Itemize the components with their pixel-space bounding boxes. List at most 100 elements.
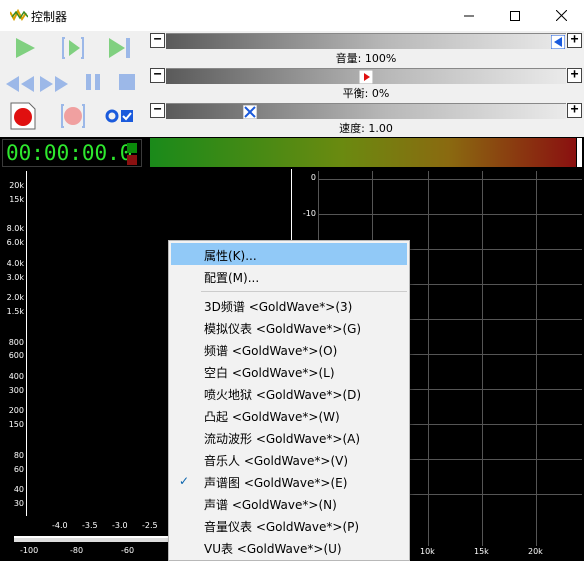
y-tick-label: 4.0k bbox=[6, 259, 24, 268]
menu-item-analog-meter[interactable]: 模拟仪表 <GoldWave*>(G) bbox=[171, 316, 407, 338]
menu-item-label: 空白 <GoldWave*>(L) bbox=[204, 366, 335, 380]
play-selection-icon bbox=[62, 37, 84, 59]
menu-item-3d-spectrum[interactable]: 3D频谱 <GoldWave*>(3) bbox=[171, 294, 407, 316]
menu-item-label: 流动波形 <GoldWave*>(A) bbox=[204, 432, 361, 446]
rewind-icon bbox=[6, 76, 34, 92]
balance-thumb-icon[interactable] bbox=[359, 70, 373, 84]
play-selection-button[interactable] bbox=[60, 35, 86, 61]
grid-line bbox=[482, 171, 483, 546]
y-tick-label: 60 bbox=[13, 465, 24, 474]
record-selection-icon bbox=[61, 104, 85, 128]
menu-item-musician[interactable]: 音乐人 <GoldWave*>(V) bbox=[171, 448, 407, 470]
play-icon bbox=[16, 38, 35, 58]
rewind-button[interactable] bbox=[4, 71, 36, 97]
y-tick-label: 15k bbox=[9, 195, 24, 204]
x-tick-label: -3.5 bbox=[82, 521, 98, 530]
left-spectrogram-axis bbox=[26, 171, 27, 516]
y-tick-label: 0 bbox=[310, 173, 316, 182]
window-title: 控制器 bbox=[31, 10, 68, 24]
y-tick-label: 8.0k bbox=[6, 224, 24, 233]
grid-line bbox=[318, 179, 582, 180]
menu-item-spectrogram[interactable]: ✓ 声谱图 <GoldWave*>(E) bbox=[171, 470, 407, 492]
balance-minus-button[interactable]: − bbox=[150, 68, 165, 83]
volume-slider-track[interactable] bbox=[166, 33, 566, 49]
record-selection-button[interactable] bbox=[58, 101, 88, 131]
menu-item-label: 音乐人 <GoldWave*>(V) bbox=[204, 454, 349, 468]
speed-thumb-icon[interactable] bbox=[243, 105, 257, 119]
menu-item-label: 音量仪表 <GoldWave*>(P) bbox=[204, 520, 360, 534]
menu-separator bbox=[201, 291, 407, 292]
speed-slider-row: − + 速度: 1.00 bbox=[150, 103, 582, 135]
time-readout: 00:00:00.0 bbox=[6, 141, 133, 165]
y-tick-label: 80 bbox=[13, 451, 24, 460]
y-tick-label: 40 bbox=[13, 485, 24, 494]
minimize-button[interactable] bbox=[446, 0, 492, 31]
balance-slider-track[interactable] bbox=[166, 68, 566, 84]
goldwave-icon bbox=[10, 9, 28, 21]
speed-plus-button[interactable]: + bbox=[567, 103, 582, 118]
record-button[interactable] bbox=[8, 101, 38, 131]
record-options-button[interactable] bbox=[104, 105, 136, 127]
grid-line bbox=[318, 214, 582, 215]
fast-forward-button[interactable] bbox=[38, 71, 70, 97]
speed-minus-button[interactable]: − bbox=[150, 103, 165, 118]
y-tick-label: 300 bbox=[8, 386, 24, 395]
y-tick-label: 400 bbox=[8, 372, 24, 381]
record-icon bbox=[10, 102, 36, 130]
volume-plus-button[interactable]: + bbox=[567, 33, 582, 48]
volume-label: 音量: 100% bbox=[335, 52, 397, 65]
ruler-label: -100 bbox=[20, 546, 39, 555]
speed-label: 速度: 1.00 bbox=[339, 122, 393, 135]
y-tick-label: 30 bbox=[13, 499, 24, 508]
check-icon: ✓ bbox=[179, 474, 190, 488]
play-button[interactable] bbox=[12, 35, 38, 61]
menu-item-label: 属性(K)... bbox=[204, 249, 257, 263]
fast-forward-icon bbox=[40, 76, 68, 92]
stop-button[interactable] bbox=[114, 69, 140, 95]
menu-item-blank[interactable]: 空白 <GoldWave*>(L) bbox=[171, 360, 407, 382]
maximize-button[interactable] bbox=[492, 0, 538, 31]
ruler-label: -60 bbox=[121, 546, 135, 555]
menu-item-spectrum[interactable]: 频谱 <GoldWave*>(O) bbox=[171, 338, 407, 360]
visual-context-menu: 属性(K)... 配置(M)... 3D频谱 <GoldWave*>(3) 模拟… bbox=[168, 240, 410, 561]
title-bar: 控制器 bbox=[0, 0, 584, 31]
y-tick-label: 150 bbox=[8, 420, 24, 429]
volume-slider-row: − + 音量: 100% bbox=[150, 33, 582, 65]
balance-plus-button[interactable]: + bbox=[567, 68, 582, 83]
menu-item-label: 配置(M)... bbox=[204, 271, 260, 285]
speed-slider-track[interactable] bbox=[166, 103, 566, 119]
menu-item-flowing-waveform[interactable]: 流动波形 <GoldWave*>(A) bbox=[171, 426, 407, 448]
volume-minus-button[interactable]: − bbox=[150, 33, 165, 48]
right-channel-indicator bbox=[127, 155, 137, 165]
menu-item-label: 声谱 <GoldWave*>(N) bbox=[204, 498, 337, 512]
volume-thumb-icon[interactable] bbox=[551, 35, 565, 49]
close-button[interactable] bbox=[538, 0, 584, 31]
pause-icon bbox=[86, 74, 100, 90]
minimize-icon bbox=[464, 15, 474, 16]
menu-item-label: 声谱图 <GoldWave*>(E) bbox=[204, 476, 348, 490]
y-tick-label: 6.0k bbox=[6, 238, 24, 247]
y-tick-label: 800 bbox=[8, 338, 24, 347]
close-icon bbox=[555, 10, 567, 21]
menu-item-label: 3D频谱 <GoldWave*>(3) bbox=[204, 300, 353, 314]
menu-item-configure[interactable]: 配置(M)... bbox=[171, 265, 407, 287]
menu-item-label: 频谱 <GoldWave*>(O) bbox=[204, 344, 338, 358]
menu-item-vu-meter[interactable]: VU表 <GoldWave*>(U) bbox=[171, 536, 407, 558]
x-tick-label: -3.0 bbox=[112, 521, 128, 530]
grid-line bbox=[428, 171, 429, 546]
menu-item-inferno[interactable]: 喷火地狱 <GoldWave*>(D) bbox=[171, 382, 407, 404]
left-channel-indicator bbox=[127, 143, 137, 153]
grid-line bbox=[536, 171, 537, 546]
level-meter bbox=[150, 138, 576, 167]
balance-label: 平衡: 0% bbox=[342, 87, 390, 100]
x-tick-label: 20k bbox=[528, 547, 543, 556]
menu-item-properties[interactable]: 属性(K)... bbox=[171, 243, 407, 265]
menu-item-bulge[interactable]: 凸起 <GoldWave*>(W) bbox=[171, 404, 407, 426]
menu-item-volume-meter[interactable]: 音量仪表 <GoldWave*>(P) bbox=[171, 514, 407, 536]
pause-button[interactable] bbox=[80, 69, 106, 95]
menu-item-sound-spectrum[interactable]: 声谱 <GoldWave*>(N) bbox=[171, 492, 407, 514]
timer-bar: 00:00:00.0 bbox=[0, 137, 584, 169]
time-display: 00:00:00.0 bbox=[2, 139, 142, 167]
play-to-end-button[interactable] bbox=[106, 35, 132, 61]
level-meter-end bbox=[577, 138, 582, 167]
